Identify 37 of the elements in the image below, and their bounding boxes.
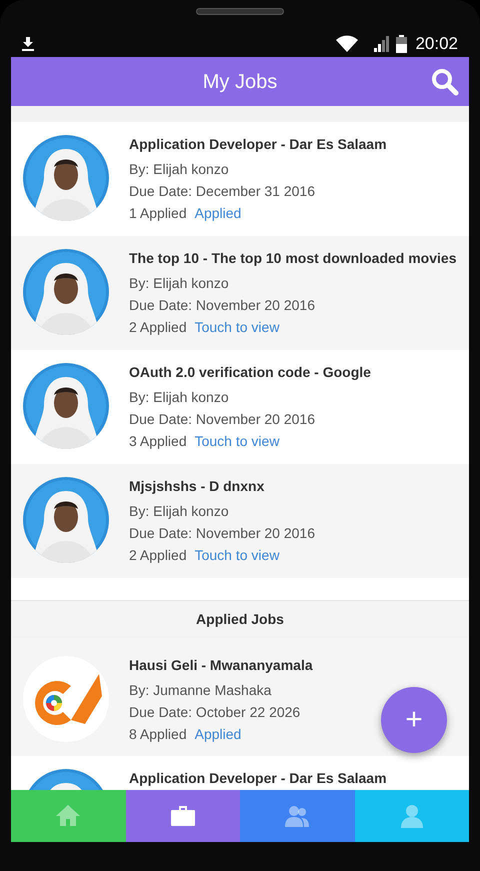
job-title: OAuth 2.0 verification code - Google xyxy=(129,363,371,381)
due-date: Due Date: October 22 2026 xyxy=(129,703,302,722)
wifi-icon xyxy=(336,35,358,52)
job-item[interactable]: Application Developer - Dar Es Salaam By: Elijah konzo Due Date: December 31 2016 1 Applied Applied xyxy=(11,122,469,236)
battery-icon xyxy=(396,34,408,52)
job-item[interactable]: The top 10 - The top 10 most downloaded movies By: Elijah konzo Due Date: November 20 2016 2 Applied Touch to view xyxy=(11,236,469,350)
applied-count: 1 Applied xyxy=(129,204,187,223)
job-title: The top 10 - The top 10 most downloaded movies xyxy=(129,249,456,267)
status-time: 20:02 xyxy=(415,32,458,55)
download-icon xyxy=(22,36,34,50)
due-date: Due Date: November 20 2016 xyxy=(129,410,316,429)
due-date: Due Date: November 20 2016 xyxy=(129,296,316,315)
applied-count: 8 Applied xyxy=(129,725,187,744)
applied-count: 3 Applied xyxy=(129,432,187,451)
nav-tab[interactable] xyxy=(240,790,354,842)
job-title: Application Developer - Dar Es Salaam xyxy=(129,135,387,153)
job-item[interactable]: Mjsjshshs - D dnxnx By: Elijah konzo Due Date: November 20 2016 2 Applied Touch to view xyxy=(11,464,469,578)
job-poster: By: Elijah konzo xyxy=(129,160,230,179)
section-header: Applied Jobs xyxy=(196,610,284,629)
job-poster: By: Elijah konzo xyxy=(129,388,230,407)
due-date: Due Date: November 20 2016 xyxy=(129,524,315,543)
applied-count: 2 Applied xyxy=(129,546,187,565)
logo-icon xyxy=(23,656,109,742)
screen-title: My Jobs xyxy=(202,70,278,94)
job-poster: By: Elijah konzo xyxy=(129,274,230,293)
job-poster: By: Elijah konzo xyxy=(129,502,230,521)
job-action-link[interactable]: Touch to view xyxy=(194,430,280,452)
job-title: Hausi Geli - Mwananyamala xyxy=(129,656,313,674)
job-title: Application Developer - Dar Es Salaam xyxy=(129,769,387,787)
nav-tab[interactable] xyxy=(126,790,240,842)
job-item[interactable]: OAuth 2.0 verification code - Google By: Elijah konzo Due Date: November 20 2016 3 Applied Touch to view xyxy=(11,350,469,464)
search-icon[interactable] xyxy=(431,68,459,96)
job-title: Mjsjshshs - D dnxnx xyxy=(129,477,266,495)
job-poster: By: Jumanne Mashaka xyxy=(129,681,272,700)
applied-count: 2 Applied xyxy=(129,318,187,337)
due-date: Due Date: December 31 2016 xyxy=(129,182,316,201)
job-action-link[interactable]: Applied xyxy=(194,202,242,224)
